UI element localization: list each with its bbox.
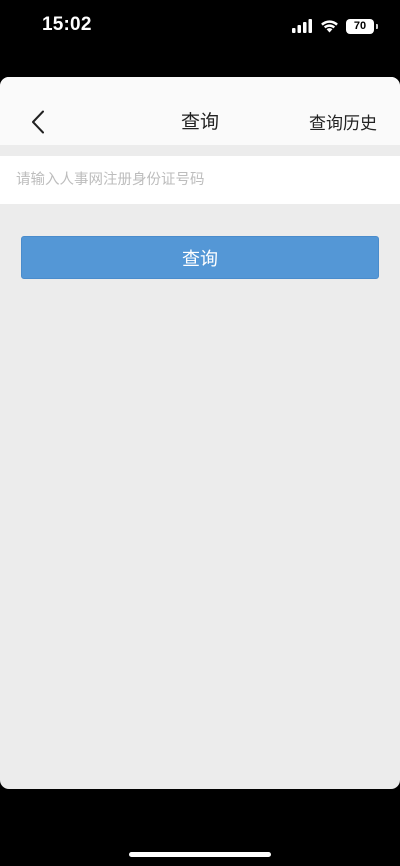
id-number-input[interactable] [0,156,400,204]
wifi-icon [321,20,338,33]
battery-icon: 70 [346,18,378,34]
phone-screen: 15:02 70 查询 查询历史 请输入人事网注册身份证号码 查询 [0,0,400,866]
status-bar: 15:02 70 [0,0,400,54]
query-history-button[interactable]: 查询历史 [309,109,377,134]
query-button[interactable]: 查询 [21,236,379,279]
battery-level: 70 [353,20,367,32]
status-icons: 70 [292,16,378,36]
home-indicator[interactable] [129,852,271,857]
status-time: 15:02 [42,14,92,35]
id-input-row [0,156,400,204]
app-sheet: 查询 查询历史 查询 [0,77,400,789]
divider-gap [0,145,400,156]
nav-bar: 查询 查询历史 [0,77,400,145]
signal-icon [292,19,312,33]
